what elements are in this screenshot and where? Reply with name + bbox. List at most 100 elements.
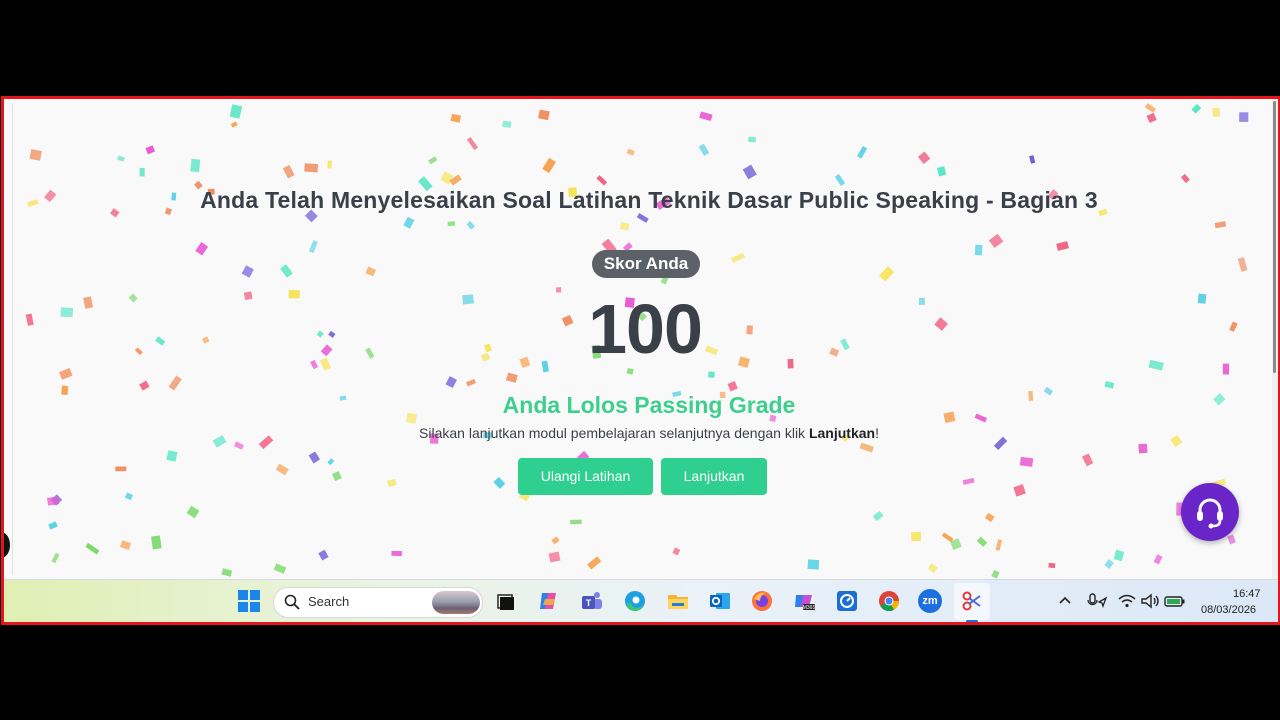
confetti-piece: [50, 494, 63, 506]
confetti-piece: [962, 477, 975, 485]
teams-icon[interactable]: T: [580, 589, 604, 613]
confetti-piece: [699, 111, 713, 121]
windows-start-icon[interactable]: [237, 589, 261, 613]
confetti-piece: [280, 264, 293, 278]
confetti-piece: [428, 156, 438, 165]
confetti-piece: [1191, 103, 1202, 114]
confetti-piece: [829, 347, 840, 357]
confetti-piece: [1146, 112, 1157, 124]
search-highlight-image: [432, 591, 480, 614]
file-explorer-icon[interactable]: [666, 589, 690, 613]
confetti-piece: [120, 540, 132, 550]
confetti-piece: [502, 120, 512, 128]
confetti-piece: [587, 556, 602, 570]
confetti-piece: [387, 478, 397, 487]
confetti-piece: [308, 451, 321, 464]
confetti-piece: [976, 536, 988, 547]
confetti-piece: [911, 531, 922, 542]
confetti-piece: [840, 338, 850, 351]
confetti-piece: [319, 357, 332, 371]
copilot-icon[interactable]: [537, 589, 561, 613]
confetti-piece: [1048, 562, 1056, 569]
confetti-piece: [447, 221, 456, 227]
confetti-piece: [168, 375, 182, 391]
confetti-piece: [1222, 363, 1230, 375]
page-scrollbar[interactable]: [1272, 99, 1278, 579]
confetti-piece: [243, 291, 253, 301]
windows-taskbar: Search T M365 zm 16:47 08/03/2026: [4, 579, 1278, 622]
confetti-piece: [186, 505, 200, 519]
chevron-up-icon[interactable]: [1056, 589, 1074, 613]
confetti-piece: [542, 157, 556, 174]
microphone-location-icon[interactable]: [1086, 589, 1108, 613]
confetti-piece: [46, 496, 60, 506]
scrollbar-thumb[interactable]: [1273, 101, 1276, 373]
zoom-icon[interactable]: zm: [918, 589, 942, 613]
confetti-piece: [85, 542, 100, 555]
confetti-piece: [949, 538, 962, 551]
confetti-piece: [918, 297, 926, 306]
retry-button[interactable]: Ulangi Latihan: [518, 458, 653, 495]
confetti-piece: [551, 536, 560, 545]
confetti-piece: [1056, 241, 1069, 251]
confetti-piece: [308, 240, 318, 254]
confetti-piece: [465, 378, 477, 387]
score-value: 100: [588, 290, 703, 368]
confetti-piece: [936, 166, 947, 177]
confetti-piece: [698, 143, 710, 157]
score-label-badge: Skor Anda: [592, 250, 700, 278]
confetti-piece: [134, 347, 143, 356]
chrome-icon[interactable]: [877, 589, 901, 613]
confetti-piece: [995, 539, 1002, 551]
active-app-indicator: [966, 620, 978, 622]
snipping-tool-icon[interactable]: [960, 589, 984, 613]
confetti-piece: [1113, 549, 1125, 562]
confetti-piece: [1082, 453, 1094, 467]
message-suffix: !: [875, 425, 879, 441]
confetti-piece: [787, 358, 794, 369]
confetti-piece: [403, 216, 415, 229]
confetti-piece: [834, 173, 846, 186]
volume-icon[interactable]: [1140, 589, 1160, 613]
confetti-piece: [708, 371, 715, 378]
confetti-piece: [316, 330, 324, 338]
confetti-piece: [941, 532, 954, 543]
task-view-icon[interactable]: [494, 589, 518, 613]
confetti-piece: [1180, 173, 1190, 184]
confetti-piece: [273, 563, 287, 574]
m365-copilot-icon[interactable]: M365: [792, 589, 816, 613]
battery-icon[interactable]: [1163, 589, 1187, 613]
continue-button[interactable]: Lanjutkan: [661, 458, 767, 495]
app-icon[interactable]: [835, 589, 859, 613]
side-widget-button[interactable]: [4, 532, 10, 558]
confetti-piece: [440, 171, 454, 185]
confetti-piece: [229, 104, 243, 119]
message-text: Silakan lanjutkan modul pembelajaran sel…: [419, 425, 809, 441]
wifi-icon[interactable]: [1117, 589, 1137, 613]
support-chat-button[interactable]: [1181, 483, 1239, 541]
confetti-piece: [139, 380, 150, 391]
confetti-piece: [974, 244, 983, 256]
clock-date[interactable]: 08/03/2026: [1201, 604, 1256, 616]
edge-icon[interactable]: [623, 589, 647, 613]
confetti-piece: [115, 466, 127, 472]
taskbar-search-box[interactable]: Search: [273, 587, 483, 618]
confetti-piece: [166, 450, 178, 462]
confetti-piece: [537, 109, 550, 121]
confetti-piece: [857, 146, 868, 159]
screen-frame: Anda Telah Menyelesaikan Soal Latihan Te…: [1, 96, 1280, 625]
firefox-icon[interactable]: [750, 589, 774, 613]
confetti-piece: [1029, 155, 1036, 164]
left-divider: [12, 103, 13, 575]
confetti-piece: [619, 222, 630, 231]
confetti-piece: [365, 347, 375, 359]
clock-time[interactable]: 16:47: [1233, 588, 1261, 600]
confetti-piece: [1153, 554, 1163, 565]
confetti-piece: [1197, 293, 1207, 304]
confetti-piece: [1104, 381, 1115, 389]
confetti-piece: [1212, 107, 1221, 117]
confetti-piece: [742, 164, 757, 180]
outlook-icon[interactable]: [708, 589, 732, 613]
confetti-piece: [318, 549, 329, 561]
confetti-piece: [230, 121, 238, 128]
